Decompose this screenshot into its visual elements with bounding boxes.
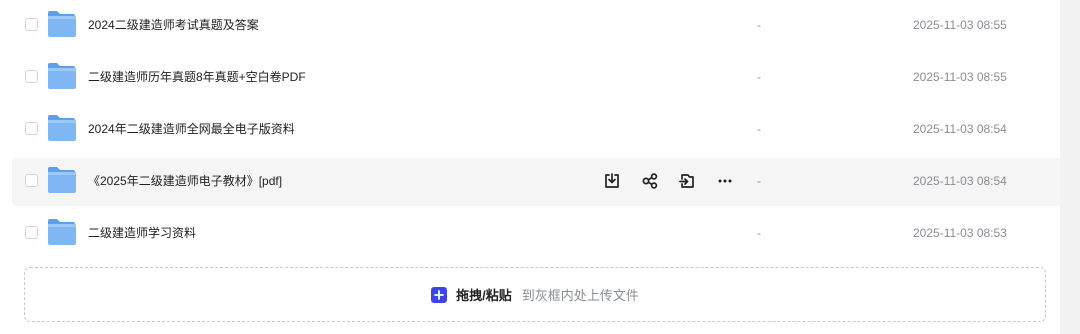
file-name[interactable]: 二级建造师历年真题8年真题+空白卷PDF [88,69,306,85]
share-button[interactable] [638,169,662,193]
file-name[interactable]: 二级建造师学习资料 [88,225,196,241]
file-size: - [757,174,761,188]
folder-icon [48,115,76,141]
upload-main-label: 拖拽/粘贴 [456,288,512,303]
scrollbar-track[interactable] [1060,0,1080,334]
more-icon [718,179,732,183]
download-icon [605,173,619,188]
file-name[interactable]: 2024二级建造师考试真题及答案 [88,17,259,33]
upload-drop-zone-content: 拖拽/粘贴 到灰框内处上传文件 [25,268,1045,321]
file-name[interactable]: 2024年二级建造师全网最全电子版资料 [88,121,295,137]
upload-drop-zone[interactable]: 拖拽/粘贴 到灰框内处上传文件 [24,267,1046,322]
row-checkbox[interactable] [25,174,38,187]
file-row[interactable]: 2024二级建造师考试真题及答案 - 2025-11-03 08:55 [0,0,1060,52]
plus-icon [431,286,448,303]
file-size: - [757,18,761,32]
file-size: - [757,70,761,84]
folder-icon [48,219,76,245]
file-row-hovered[interactable]: 《2025年二级建造师电子教材》[pdf] - 2025-11-03 08:54 [0,156,1060,208]
file-name[interactable]: 《2025年二级建造师电子教材》[pdf] [88,173,282,189]
file-size: - [757,226,761,240]
row-checkbox[interactable] [25,122,38,135]
file-modified-date: 2025-11-03 08:55 [913,18,1007,32]
folder-icon [48,167,76,193]
row-checkbox[interactable] [25,70,38,83]
file-modified-date: 2025-11-03 08:55 [913,70,1007,84]
folder-icon [48,11,76,37]
move-icon [679,174,694,188]
file-modified-date: 2025-11-03 08:53 [913,226,1007,240]
move-button[interactable] [675,169,699,193]
more-button[interactable] [713,169,737,193]
file-row[interactable]: 2024年二级建造师全网最全电子版资料 - 2025-11-03 08:54 [0,104,1060,156]
file-size: - [757,122,761,136]
file-modified-date: 2025-11-03 08:54 [913,122,1007,136]
row-checkbox[interactable] [25,18,38,31]
download-button[interactable] [600,169,624,193]
share-icon [642,173,658,189]
folder-icon [48,63,76,89]
file-list: 2024二级建造师考试真题及答案 - 2025-11-03 08:55 二级建造… [0,0,1060,260]
upload-hint: 到灰框内处上传文件 [521,288,639,303]
file-modified-date: 2025-11-03 08:54 [913,174,1007,188]
file-row[interactable]: 二级建造师学习资料 - 2025-11-03 08:53 [0,208,1060,260]
row-checkbox[interactable] [25,226,38,239]
file-row[interactable]: 二级建造师历年真题8年真题+空白卷PDF - 2025-11-03 08:55 [0,52,1060,104]
